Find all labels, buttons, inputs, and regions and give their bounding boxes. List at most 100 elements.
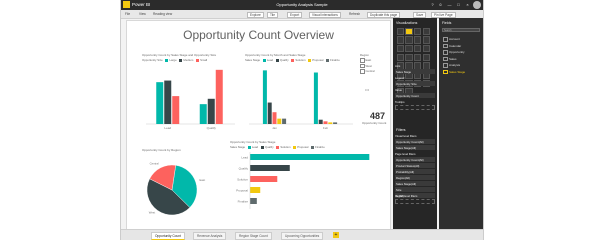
visual2-legend-label: Sales Stage — [245, 58, 261, 62]
avatar[interactable] — [473, 1, 481, 9]
region-slicer: Region East West Central — [360, 53, 375, 74]
export-button[interactable]: Export — [287, 11, 303, 18]
slicer-option[interactable]: Central — [360, 69, 375, 74]
field-table-selected[interactable]: Sales Stage — [443, 69, 465, 74]
tab-opportunity-count[interactable]: Opportunity Count — [151, 232, 185, 240]
explore-button[interactable]: Explore — [247, 11, 264, 18]
maximize-button[interactable]: □ — [455, 1, 462, 8]
visualizations-title: Visualizations — [396, 21, 418, 25]
refresh-button[interactable]: Refresh — [349, 12, 360, 16]
fields-search-input[interactable]: Search — [442, 28, 480, 32]
y-tick-label: Finalize — [238, 200, 249, 204]
legend-item: Small — [200, 58, 208, 62]
duplicate-page-button[interactable]: Duplicate this page — [367, 11, 401, 18]
page-level-filters[interactable]: Page level filters Opportunity Count(All… — [395, 152, 435, 198]
legend-swatch — [291, 58, 295, 62]
expand-icon — [443, 37, 448, 42]
view-menu[interactable]: View — [139, 12, 146, 16]
field-table[interactable]: Analysis — [443, 63, 465, 68]
file-menu[interactable]: File — [125, 12, 130, 16]
visual-type-icon[interactable] — [405, 36, 413, 44]
field-well-tooltips[interactable]: Tooltips — [395, 100, 435, 110]
filter-item[interactable]: Region(All) — [395, 175, 435, 180]
visual-type-icon[interactable] — [405, 44, 413, 53]
legend-swatch — [311, 145, 315, 149]
x-tick-label: Feb — [323, 126, 329, 130]
filter-item[interactable]: Sales Stage(All) — [395, 181, 435, 186]
slicer-option[interactable]: West — [360, 64, 375, 69]
slicer-option[interactable]: East — [360, 58, 375, 63]
visual-type-icon[interactable] — [413, 44, 422, 53]
legend-swatch — [293, 145, 297, 149]
pie-label: West — [149, 211, 156, 215]
help-icon[interactable]: ? — [429, 1, 436, 8]
visual-type-icon[interactable] — [422, 36, 431, 44]
reading-view-button[interactable]: Reading view — [153, 12, 172, 16]
visual-type-icon[interactable] — [396, 53, 405, 62]
filter-item[interactable]: Sales Stage(All) — [395, 145, 435, 150]
clustered-column-chart-icon[interactable] — [405, 27, 413, 36]
legend-swatch — [196, 58, 200, 62]
y-tick-label: Qualify — [239, 167, 249, 171]
legend-item: Solution — [280, 145, 291, 149]
visual-type-icon[interactable] — [413, 27, 422, 36]
minimize-button[interactable]: — — [446, 1, 453, 8]
more-options-icon[interactable]: ••• — [365, 87, 369, 92]
x-tick-label: Qualify — [207, 126, 217, 130]
close-button[interactable]: × — [464, 1, 471, 8]
report-level-filters[interactable]: Report level filters — [395, 194, 435, 204]
visual4-chart[interactable]: Lead Qualify Solution Proposal Finalize — [230, 150, 380, 225]
field-table[interactable]: Sales — [443, 56, 465, 61]
visual1-title: Opportunity Count by Sales Stage and Opp… — [142, 53, 217, 57]
legend-swatch — [247, 145, 251, 149]
visual-type-icon[interactable] — [413, 36, 422, 44]
save-button[interactable]: Save — [413, 11, 427, 18]
bar — [250, 154, 370, 160]
filter-item[interactable]: Size — [395, 187, 435, 192]
tile-button[interactable]: Tile — [267, 11, 279, 18]
visual-type-icon[interactable] — [396, 44, 405, 53]
visual3-chart[interactable]: East West Central — [142, 155, 217, 225]
visual-type-icon[interactable] — [422, 44, 431, 53]
well-item[interactable]: Opportunity Count — [395, 93, 435, 98]
bar — [215, 69, 223, 124]
tab-region-stage-count[interactable]: Region Stage Count — [235, 232, 272, 240]
visual-type-grid — [396, 27, 434, 97]
field-table[interactable]: Account — [443, 37, 465, 42]
filter-item[interactable]: Opportunity Count(All) — [395, 139, 435, 144]
well-item[interactable]: Opportunity Size — [395, 81, 435, 86]
field-table[interactable]: Opportunity — [443, 50, 465, 55]
filter-item[interactable]: Opportunity Count(All) — [395, 157, 435, 162]
visual-type-icon[interactable] — [413, 53, 422, 62]
legend-swatch — [276, 145, 280, 149]
visual-type-icon[interactable] — [405, 53, 413, 62]
tab-upcoming-opportunities[interactable]: Upcoming Opportunities — [281, 232, 324, 240]
visualizations-pane: Visualizations Axis Sales Stage Legend O… — [393, 18, 437, 229]
tab-revenue-analysis[interactable]: Revenue Analysis — [193, 232, 227, 240]
add-page-button[interactable]: + — [333, 232, 339, 238]
visual-type-icon[interactable] — [396, 27, 405, 36]
field-well-value[interactable]: Value Opportunity Count — [395, 88, 435, 98]
visual-type-icon[interactable] — [422, 27, 431, 36]
visual2-chart[interactable]: Jan Feb — [245, 63, 355, 131]
fields-title: Fields — [442, 21, 452, 25]
drop-zone[interactable] — [395, 105, 435, 110]
visual4-legend-label: Sales Stage — [230, 145, 246, 149]
drop-zone[interactable] — [395, 199, 435, 204]
legend-item: Lead — [251, 145, 259, 149]
well-item[interactable]: Sales Stage — [395, 69, 435, 74]
field-table[interactable]: Calendar — [443, 43, 465, 48]
filter-item[interactable]: Probability(All) — [395, 169, 435, 174]
visual-type-icon[interactable] — [396, 36, 405, 44]
visual1-chart[interactable]: Lead Qualify — [142, 63, 237, 131]
field-well-legend[interactable]: Legend Opportunity Size — [395, 76, 435, 86]
legend-swatch — [260, 145, 264, 149]
fields-list: Account Calendar Opportunity Sales Analy… — [443, 37, 465, 76]
visual-level-filters[interactable]: Visual level filters Opportunity Count(A… — [395, 134, 435, 150]
pin-live-page-button[interactable]: Pin live Page — [431, 11, 456, 18]
visual-interactions-button[interactable]: Visual interactions — [309, 11, 341, 18]
field-well-axis[interactable]: Axis Sales Stage — [395, 64, 435, 74]
feedback-icon[interactable]: ☺ — [437, 1, 444, 8]
visual-type-icon[interactable] — [422, 53, 431, 62]
filter-item[interactable]: Product Status(All) — [395, 163, 435, 168]
